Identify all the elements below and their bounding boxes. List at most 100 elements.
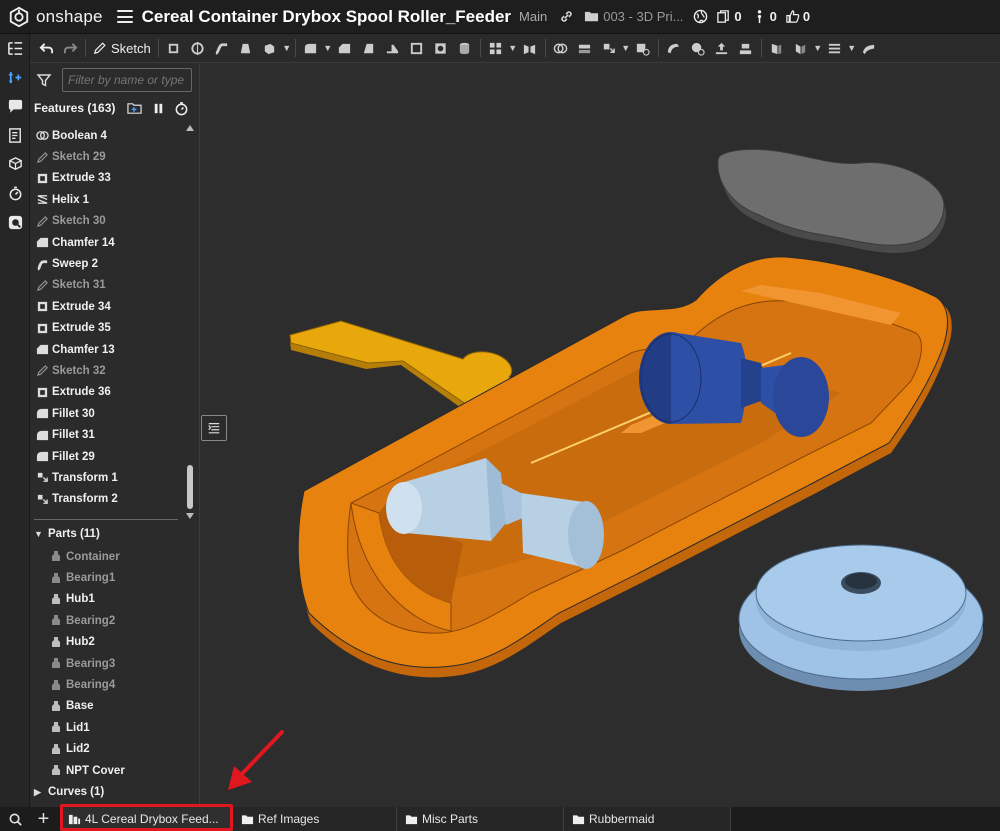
rollback-pause-icon[interactable] bbox=[151, 101, 166, 116]
feature-scrollbar[interactable] bbox=[185, 125, 195, 521]
sweep-icon[interactable] bbox=[210, 37, 234, 59]
part-item[interactable]: NPT Cover bbox=[30, 760, 190, 781]
parts-icon[interactable] bbox=[0, 150, 30, 179]
feature-item[interactable]: Transform 2 bbox=[30, 489, 182, 510]
chevron-down-icon[interactable]: ▼ bbox=[34, 529, 44, 539]
onshape-logo[interactable]: onshape bbox=[8, 6, 103, 28]
main-menu-icon[interactable] bbox=[116, 10, 133, 23]
part-item[interactable]: Base bbox=[30, 696, 190, 717]
chevron-down-icon[interactable]: ▼ bbox=[282, 43, 292, 53]
boolean-icon[interactable] bbox=[549, 37, 573, 59]
plane-icon[interactable] bbox=[765, 37, 789, 59]
undo-icon[interactable] bbox=[34, 37, 58, 59]
split-icon[interactable] bbox=[573, 37, 597, 59]
sketch-button[interactable]: Sketch bbox=[89, 41, 155, 56]
modify-fillet-icon[interactable] bbox=[662, 37, 686, 59]
transform-icon[interactable] bbox=[597, 37, 621, 59]
timer-icon[interactable] bbox=[174, 101, 189, 116]
parts-section-header[interactable]: ▼ Parts (11) bbox=[34, 524, 100, 544]
document-tab[interactable]: Misc Parts bbox=[397, 807, 564, 831]
document-tab[interactable]: Rubbermaid bbox=[564, 807, 731, 831]
add-tab-button[interactable]: + bbox=[30, 809, 57, 829]
feature-item[interactable]: Extrude 33 bbox=[30, 168, 182, 189]
delete-face-icon[interactable] bbox=[686, 37, 710, 59]
feature-item[interactable]: Sketch 29 bbox=[30, 146, 182, 167]
part-item[interactable]: Bearing2 bbox=[30, 610, 190, 631]
feature-item[interactable]: Sketch 30 bbox=[30, 211, 182, 232]
chamfer-icon[interactable] bbox=[333, 37, 357, 59]
like-counter[interactable]: 0 bbox=[785, 9, 810, 24]
replace-face-icon[interactable] bbox=[734, 37, 758, 59]
measure-icon[interactable] bbox=[0, 179, 30, 208]
comments-icon[interactable] bbox=[0, 92, 30, 121]
surface-icon[interactable] bbox=[857, 37, 881, 59]
globe-icon[interactable] bbox=[693, 9, 708, 24]
collapse-panel-button[interactable] bbox=[201, 415, 227, 441]
document-tab[interactable]: Ref Images bbox=[233, 807, 397, 831]
versions-counter[interactable]: 0 bbox=[716, 9, 742, 24]
variables-icon[interactable] bbox=[0, 63, 30, 92]
folder-breadcrumb[interactable]: 003 - 3D Pri... bbox=[584, 9, 683, 24]
part-item[interactable]: Bearing1 bbox=[30, 567, 190, 588]
redo-icon[interactable] bbox=[58, 37, 82, 59]
mate-connector-icon[interactable] bbox=[789, 37, 813, 59]
loft-icon[interactable] bbox=[234, 37, 258, 59]
base-part[interactable] bbox=[738, 544, 984, 691]
scrollbar-thumb[interactable] bbox=[187, 465, 193, 509]
branches-counter[interactable]: 0 bbox=[752, 9, 777, 24]
feature-item[interactable]: Fillet 30 bbox=[30, 403, 182, 424]
hole-icon[interactable] bbox=[429, 37, 453, 59]
feature-item[interactable]: Chamfer 13 bbox=[30, 339, 182, 360]
extrude-icon[interactable] bbox=[162, 37, 186, 59]
add-folder-icon[interactable] bbox=[127, 101, 143, 116]
feature-item[interactable]: Sweep 2 bbox=[30, 253, 182, 274]
feature-list-icon[interactable] bbox=[0, 34, 30, 63]
curves-section-header[interactable]: ▶ Curves (1) bbox=[34, 782, 104, 802]
feature-item[interactable]: Extrude 36 bbox=[30, 382, 182, 403]
sheet-metal-icon[interactable] bbox=[823, 37, 847, 59]
feature-item[interactable]: Transform 1 bbox=[30, 467, 182, 488]
cylinder-icon[interactable] bbox=[453, 37, 477, 59]
feature-item[interactable]: Extrude 34 bbox=[30, 296, 182, 317]
lid-part[interactable] bbox=[717, 148, 946, 254]
notes-icon[interactable] bbox=[0, 121, 30, 150]
feature-item[interactable]: Extrude 35 bbox=[30, 318, 182, 339]
chevron-down-icon[interactable]: ▼ bbox=[813, 43, 823, 53]
chevron-down-icon[interactable]: ▼ bbox=[621, 43, 631, 53]
part-item[interactable]: Lid1 bbox=[30, 717, 190, 738]
tab-search-icon[interactable] bbox=[0, 812, 30, 827]
filter-input[interactable] bbox=[62, 68, 192, 92]
rib-icon[interactable] bbox=[381, 37, 405, 59]
link-icon[interactable] bbox=[559, 9, 574, 24]
feature-item[interactable]: Chamfer 14 bbox=[30, 232, 182, 253]
chevron-right-icon[interactable]: ▶ bbox=[34, 787, 44, 798]
part-item[interactable]: Bearing3 bbox=[30, 653, 190, 674]
fillet-icon[interactable] bbox=[299, 37, 323, 59]
part-item[interactable]: Bearing4 bbox=[30, 674, 190, 695]
part-item[interactable]: Container bbox=[30, 546, 190, 567]
delete-part-icon[interactable] bbox=[631, 37, 655, 59]
part-item[interactable]: Hub2 bbox=[30, 632, 190, 653]
appearance-icon[interactable] bbox=[0, 208, 30, 237]
feature-item[interactable]: Fillet 29 bbox=[30, 446, 182, 467]
draft-icon[interactable] bbox=[357, 37, 381, 59]
feature-item[interactable]: Sketch 32 bbox=[30, 360, 182, 381]
chevron-down-icon[interactable]: ▼ bbox=[323, 43, 333, 53]
document-title[interactable]: Cereal Container Drybox Spool Roller_Fee… bbox=[142, 7, 511, 27]
pattern-icon[interactable] bbox=[484, 37, 508, 59]
shell-icon[interactable] bbox=[405, 37, 429, 59]
filter-icon[interactable] bbox=[36, 72, 52, 88]
feature-item[interactable]: Helix 1 bbox=[30, 189, 182, 210]
branch-label[interactable]: Main bbox=[519, 9, 547, 24]
feature-item[interactable]: Sketch 31 bbox=[30, 275, 182, 296]
chevron-down-icon[interactable]: ▼ bbox=[847, 43, 857, 53]
graphics-viewport[interactable] bbox=[201, 63, 1000, 807]
feature-item[interactable]: Boolean 4 bbox=[30, 125, 182, 146]
move-face-icon[interactable] bbox=[710, 37, 734, 59]
part-item[interactable]: Lid2 bbox=[30, 739, 190, 760]
thicken-icon[interactable] bbox=[258, 37, 282, 59]
feature-item[interactable]: Fillet 31 bbox=[30, 424, 182, 445]
chevron-down-icon[interactable]: ▼ bbox=[508, 43, 518, 53]
part-item[interactable]: Hub1 bbox=[30, 589, 190, 610]
mirror-icon[interactable] bbox=[518, 37, 542, 59]
